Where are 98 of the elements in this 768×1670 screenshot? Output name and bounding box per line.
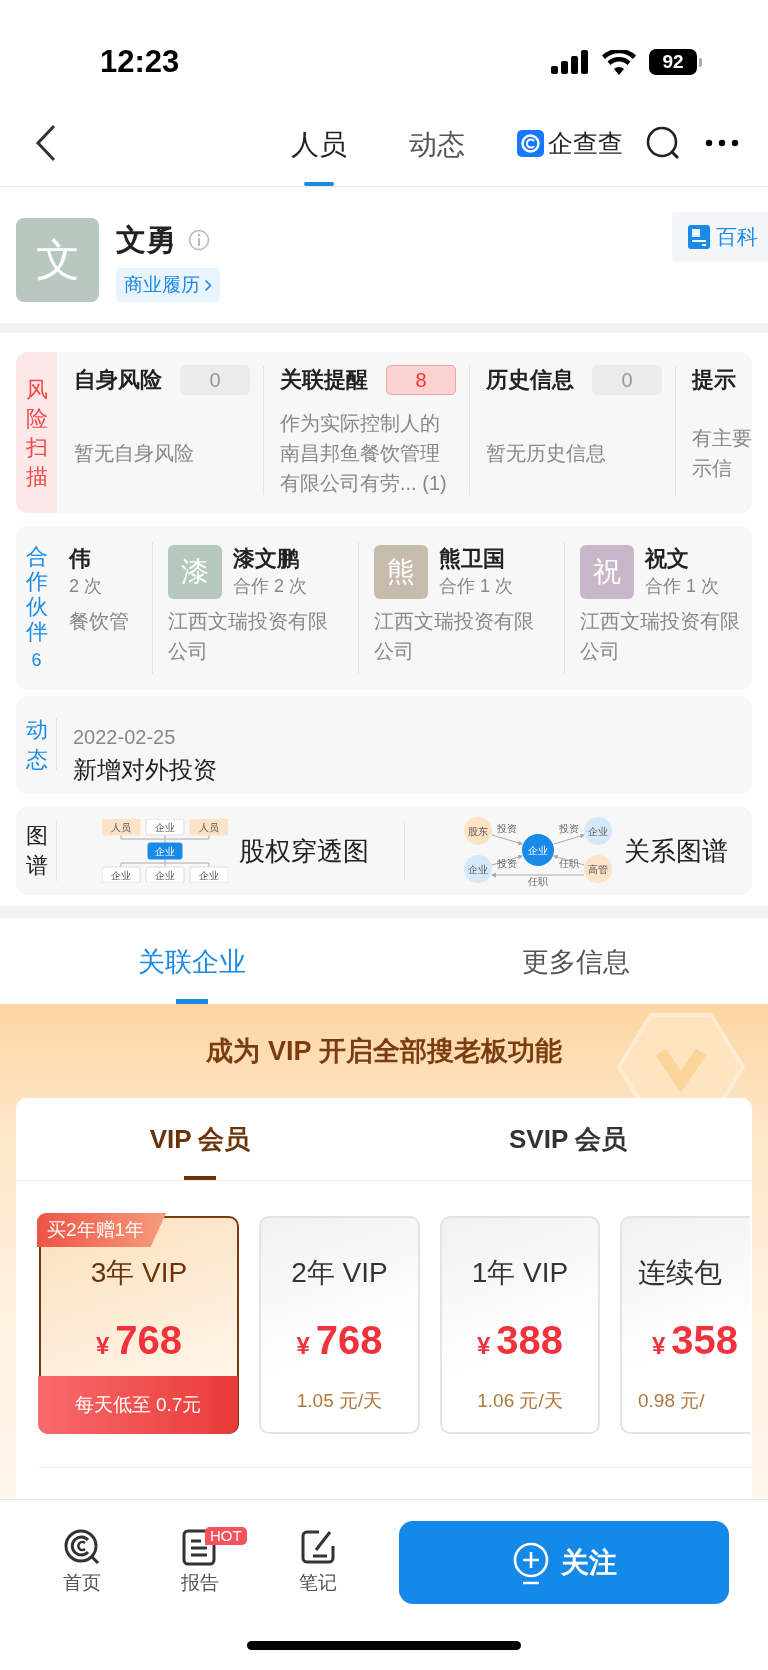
- plan-title: 3年 VIP: [90, 1256, 188, 1290]
- nav-tab[interactable]: 人员: [291, 100, 347, 186]
- relation-edge: 任职: [553, 854, 585, 869]
- section-tab[interactable]: 更多信息: [384, 918, 768, 1004]
- cooperation-count: 合作 1 次: [439, 575, 513, 598]
- partner-name[interactable]: 伟: [69, 545, 102, 573]
- currency-sign: ¥: [476, 1332, 491, 1360]
- company-name: 餐饮管: [69, 609, 130, 634]
- relation-edge: 任职: [491, 872, 585, 887]
- diagram-node: 企业: [147, 842, 183, 860]
- relation-edge: 投资: [491, 823, 523, 846]
- search-icon[interactable]: [645, 125, 681, 161]
- cooperation-count: 合作 2 次: [233, 575, 307, 598]
- currency-sign: ¥: [652, 1332, 666, 1360]
- partners-count: 6: [30, 648, 43, 672]
- logo-icon: [517, 129, 544, 157]
- person-name: 文勇: [116, 221, 176, 258]
- count-badge: 8: [386, 365, 456, 395]
- follow-button[interactable]: 关注: [399, 1521, 729, 1604]
- partner-name[interactable]: 漆文鹏: [233, 545, 307, 573]
- plan-title: 2年 VIP: [291, 1256, 388, 1290]
- partner-name[interactable]: 祝文: [645, 545, 719, 573]
- plan-card[interactable]: 1年 VIP ¥388 1.06 元/天: [440, 1216, 600, 1434]
- diagram-node: 股东: [464, 817, 492, 845]
- risk-description: 暂无历史信息: [486, 440, 607, 466]
- more-icon[interactable]: [705, 139, 739, 147]
- company-name: 江西文瑞投资有限公司: [580, 609, 741, 664]
- graph-link[interactable]: 股权穿透图: [239, 833, 369, 869]
- book-icon: [688, 225, 710, 249]
- diagram-node: 企业: [189, 866, 228, 883]
- signal-icon: [551, 50, 589, 74]
- company-name: 江西文瑞投资有限公司: [168, 609, 329, 664]
- plan-card[interactable]: 买2年赠1年 3年 VIP ¥768 每天低至 0.7元: [39, 1216, 239, 1434]
- diagram-node: 企业: [522, 834, 554, 866]
- event-date: 2022-02-25: [73, 725, 177, 750]
- diagram-node: 企业: [584, 817, 612, 845]
- plan-title: 1年 VIP: [471, 1256, 569, 1290]
- currency-sign: ¥: [95, 1332, 110, 1360]
- chevron-icon: [204, 278, 212, 292]
- plan-price: 388: [496, 1317, 564, 1363]
- plan-price: 768: [315, 1317, 383, 1363]
- edit-icon: [299, 1528, 337, 1566]
- partners-label: 合作伙伴: [25, 543, 48, 644]
- diagram-node: 企业: [145, 866, 185, 883]
- section-tab[interactable]: 关联企业: [0, 918, 384, 1004]
- count-badge: 0: [592, 365, 662, 395]
- cooperation-count: 2 次: [69, 575, 102, 598]
- company-name: 江西文瑞投资有限公司: [374, 609, 535, 664]
- event-text[interactable]: 新增对外投资: [73, 752, 217, 788]
- home-icon: [63, 1528, 101, 1566]
- graphs-label: 图谱: [25, 822, 48, 880]
- risk-title[interactable]: 自身风险: [74, 365, 162, 395]
- dynamics-label: 动态: [25, 716, 48, 774]
- wifi-icon: [602, 49, 636, 75]
- tab-bar-item[interactable]: 笔记: [259, 1500, 377, 1606]
- membership-tab[interactable]: VIP 会员: [16, 1098, 384, 1180]
- partner-name[interactable]: 熊卫国: [439, 545, 513, 573]
- add-icon: [511, 1540, 551, 1585]
- diagram-node: 人员: [102, 819, 141, 836]
- avatar: 文: [16, 218, 99, 302]
- nav-tab[interactable]: 动态: [409, 100, 465, 186]
- diagram-node: 高管: [584, 855, 612, 883]
- plan-price: 768: [115, 1317, 183, 1363]
- risk-description: 暂无自身风险: [74, 440, 195, 466]
- daily-price-bar: 每天低至 0.7元: [38, 1376, 238, 1434]
- diagram-node: 人员: [189, 819, 228, 836]
- risk-title[interactable]: 关联提醒: [280, 365, 368, 395]
- risk-title[interactable]: 提示: [692, 365, 736, 395]
- hot-badge: HOT: [205, 1527, 247, 1545]
- daily-price: 0.98 元/: [638, 1389, 705, 1413]
- risk-title[interactable]: 历史信息: [486, 365, 574, 395]
- risk-description: 有主要示信: [692, 425, 752, 481]
- graph-link[interactable]: 关系图谱: [624, 833, 728, 869]
- plan-title: 连续包: [638, 1256, 722, 1290]
- battery-indicator: 92: [649, 49, 702, 75]
- currency-sign: ¥: [296, 1332, 310, 1360]
- back-icon[interactable]: [34, 124, 58, 162]
- risk-description: 作为实际控制人的南昌邦鱼餐饮管理有限公司有劳... (1): [280, 410, 448, 496]
- relation-edge: 投资: [553, 823, 585, 845]
- clock-time: 12:23: [100, 44, 180, 80]
- tab-bar-item[interactable]: 首页: [23, 1500, 141, 1606]
- diagram-node: 企业: [464, 855, 492, 883]
- count-badge: 0: [180, 365, 250, 395]
- tab-bar-item[interactable]: HOT 报告: [141, 1500, 259, 1606]
- diagram-node: 企业: [145, 819, 185, 836]
- daily-price: 1.06 元/天: [477, 1389, 563, 1413]
- brand-name: 企查查: [548, 127, 623, 159]
- promo-tag: 买2年赠1年: [37, 1213, 167, 1247]
- membership-tab[interactable]: SVIP 会员: [384, 1098, 752, 1180]
- cooperation-count: 合作 1 次: [645, 575, 719, 598]
- plan-card[interactable]: 连续包 ¥358 0.98 元/: [620, 1216, 750, 1434]
- relation-edge: 投资: [491, 854, 523, 869]
- daily-price: 1.05 元/天: [296, 1389, 383, 1413]
- vip-headline: 成为 VIP 开启全部搜老板功能: [206, 1035, 562, 1068]
- plan-price: 358: [671, 1317, 739, 1363]
- risk-scan-label: 风险扫描: [25, 375, 48, 491]
- plan-card[interactable]: 2年 VIP ¥768 1.05 元/天: [259, 1216, 420, 1434]
- diagram-node: 企业: [102, 866, 141, 883]
